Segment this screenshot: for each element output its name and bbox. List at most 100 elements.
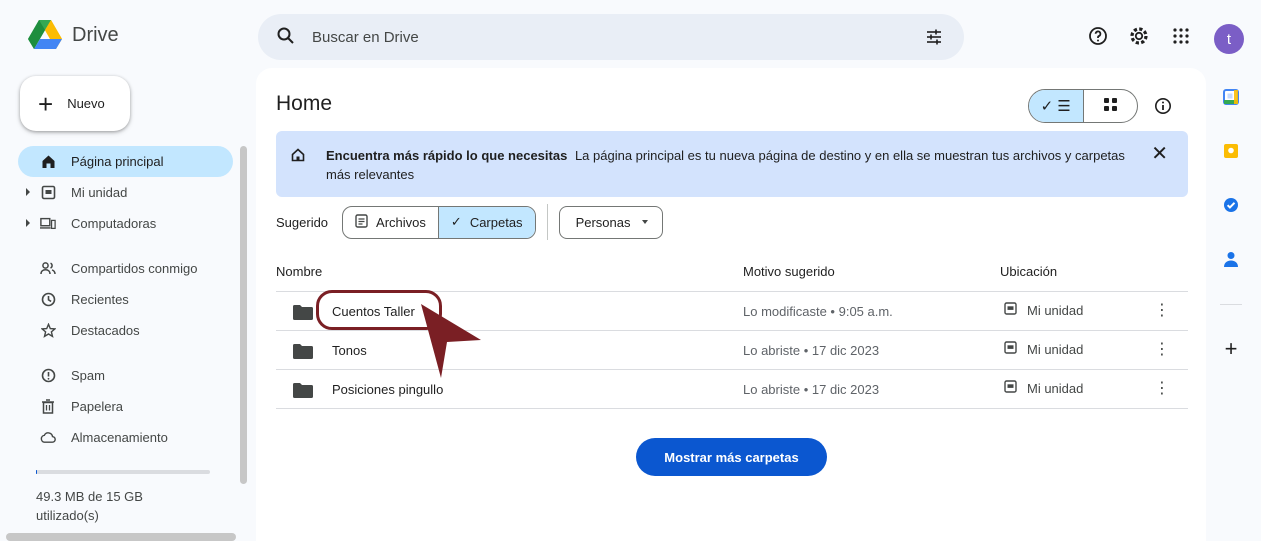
my-drive-icon: [1004, 341, 1017, 357]
grid-view-button[interactable]: [1084, 90, 1138, 122]
storage-progress-fill: [36, 470, 37, 474]
sidebar-item-starred[interactable]: Destacados: [18, 315, 233, 346]
filter-row: Sugerido Archivos ✓ Carpetas Personas: [276, 204, 664, 240]
column-location: Ubicación: [1000, 264, 1058, 279]
search-icon[interactable]: [276, 26, 296, 49]
people-filter-label: Personas: [575, 214, 631, 230]
suggested-reason: Lo modificaste • 9:05 a.m.: [743, 304, 893, 319]
avatar[interactable]: t: [1214, 24, 1244, 54]
sidebar-item-label: Almacenamiento: [71, 430, 168, 445]
check-icon: ✓: [450, 214, 462, 229]
more-actions-icon[interactable]: ⋮: [1154, 381, 1170, 397]
sidebar-item-recent[interactable]: Recientes: [18, 284, 233, 315]
sidebar-item-label: Spam: [71, 368, 105, 383]
banner-heading: Encuentra más rápido lo que necesitas: [326, 148, 568, 163]
trash-icon: [40, 399, 56, 415]
drive-logo-icon: [28, 20, 62, 49]
keep-icon[interactable]: [1215, 138, 1247, 164]
more-actions-icon[interactable]: ⋮: [1154, 342, 1170, 358]
plus-icon: +: [38, 88, 54, 119]
apps-grid-icon[interactable]: [1167, 22, 1195, 50]
location-label: Mi unidad: [1027, 380, 1084, 396]
star-icon: [40, 323, 56, 339]
table-row[interactable]: Tonos Lo abriste • 17 dic 2023 Mi unidad…: [276, 331, 1188, 370]
sidebar-item-spam[interactable]: Spam: [18, 360, 233, 391]
sidebar-nav: Página principal Mi unidad Computadoras …: [18, 146, 233, 453]
sidebar-item-label: Papelera: [71, 399, 124, 414]
table-row[interactable]: Posiciones pingullo Lo abriste • 17 dic …: [276, 370, 1188, 409]
sidebar-scrollbar[interactable]: [240, 146, 247, 484]
spam-icon: [40, 368, 56, 384]
sidebar-item-label: Compartidos conmigo: [71, 261, 198, 276]
suggested-label: Sugerido: [276, 214, 329, 230]
folder-name[interactable]: Tonos: [332, 343, 367, 358]
settings-gear-icon[interactable]: [1125, 22, 1153, 50]
help-icon[interactable]: [1084, 22, 1112, 50]
annotation-arrow-icon: [421, 304, 481, 378]
location-label: Mi unidad: [1027, 341, 1084, 357]
contacts-icon[interactable]: [1215, 246, 1247, 272]
sidebar-item-label: Recientes: [71, 292, 129, 307]
show-more-folders-button[interactable]: Mostrar más carpetas: [636, 438, 827, 476]
location-cell[interactable]: Mi unidad: [1004, 380, 1083, 396]
location-cell[interactable]: Mi unidad: [1004, 341, 1083, 357]
list-view-button[interactable]: ✓ ☰: [1029, 90, 1084, 122]
column-name[interactable]: Nombre: [276, 264, 322, 279]
my-drive-icon: [1004, 380, 1017, 396]
expand-caret-icon[interactable]: [26, 219, 30, 227]
folder-icon: [293, 344, 313, 362]
sidebar-item-label: Computadoras: [71, 216, 157, 231]
search-bar[interactable]: Buscar en Drive: [258, 14, 964, 60]
more-actions-icon[interactable]: ⋮: [1154, 303, 1170, 319]
clock-icon: [40, 292, 56, 308]
view-toggle: ✓ ☰: [1028, 89, 1138, 123]
computers-icon: [40, 216, 56, 232]
folder-icon: [293, 305, 313, 323]
tasks-icon[interactable]: [1215, 192, 1247, 218]
filter-files-label: Archivos: [376, 214, 426, 230]
column-reason: Motivo sugerido: [743, 264, 835, 279]
sidebar-item-computers[interactable]: Computadoras: [18, 208, 233, 239]
sidebar-item-trash[interactable]: Papelera: [18, 391, 233, 422]
location-label: Mi unidad: [1027, 302, 1084, 318]
storage-usage-text: 49.3 MB de 15 GB utilizado(s): [36, 489, 143, 523]
grid-view-icon: [1103, 97, 1117, 115]
filter-folders-chip[interactable]: ✓ Carpetas: [437, 206, 535, 238]
location-cell[interactable]: Mi unidad: [1004, 302, 1083, 318]
new-button-label: Nuevo: [67, 96, 105, 111]
sidebar-item-storage[interactable]: Almacenamiento: [18, 422, 233, 453]
suggested-reason: Lo abriste • 17 dic 2023: [743, 382, 880, 397]
drive-logo[interactable]: Drive: [28, 20, 119, 50]
close-icon[interactable]: ✕: [1151, 144, 1168, 164]
shared-icon: [40, 261, 56, 277]
my-drive-icon: [1004, 302, 1017, 318]
rail-divider: [1220, 304, 1242, 305]
folder-name[interactable]: Posiciones pingullo: [332, 382, 443, 397]
info-icon[interactable]: [1151, 94, 1175, 118]
home-icon: [40, 154, 56, 170]
dropdown-arrow-icon: [642, 220, 649, 224]
app-name: Drive: [72, 23, 119, 46]
divider: [546, 204, 548, 240]
search-input[interactable]: Buscar en Drive: [312, 29, 419, 46]
sidebar-item-home[interactable]: Página principal: [18, 146, 233, 177]
expand-caret-icon[interactable]: [26, 188, 30, 196]
horizontal-scrollbar[interactable]: [6, 533, 236, 541]
search-options-icon[interactable]: [924, 27, 944, 50]
filter-files-chip[interactable]: Archivos: [343, 207, 438, 238]
storage-progress-bar: [36, 470, 210, 474]
calendar-icon[interactable]: [1215, 84, 1247, 110]
type-filter-segment: Archivos ✓ Carpetas: [342, 205, 536, 239]
new-button[interactable]: + Nuevo: [20, 76, 130, 131]
people-filter-dropdown[interactable]: Personas: [558, 205, 664, 239]
sidebar-item-label: Destacados: [71, 323, 140, 338]
home-outline-icon: [291, 148, 305, 167]
list-view-icon: ✓ ☰: [1040, 98, 1071, 115]
suggested-reason: Lo abriste • 17 dic 2023: [743, 343, 880, 358]
sidebar-item-shared[interactable]: Compartidos conmigo: [18, 253, 233, 284]
sidebar-item-label: Mi unidad: [71, 185, 128, 200]
cloud-icon: [40, 430, 56, 446]
sidebar-item-my-drive[interactable]: Mi unidad: [18, 177, 233, 208]
filter-folders-label: Carpetas: [469, 214, 523, 230]
add-addon-icon[interactable]: +: [1215, 336, 1247, 362]
